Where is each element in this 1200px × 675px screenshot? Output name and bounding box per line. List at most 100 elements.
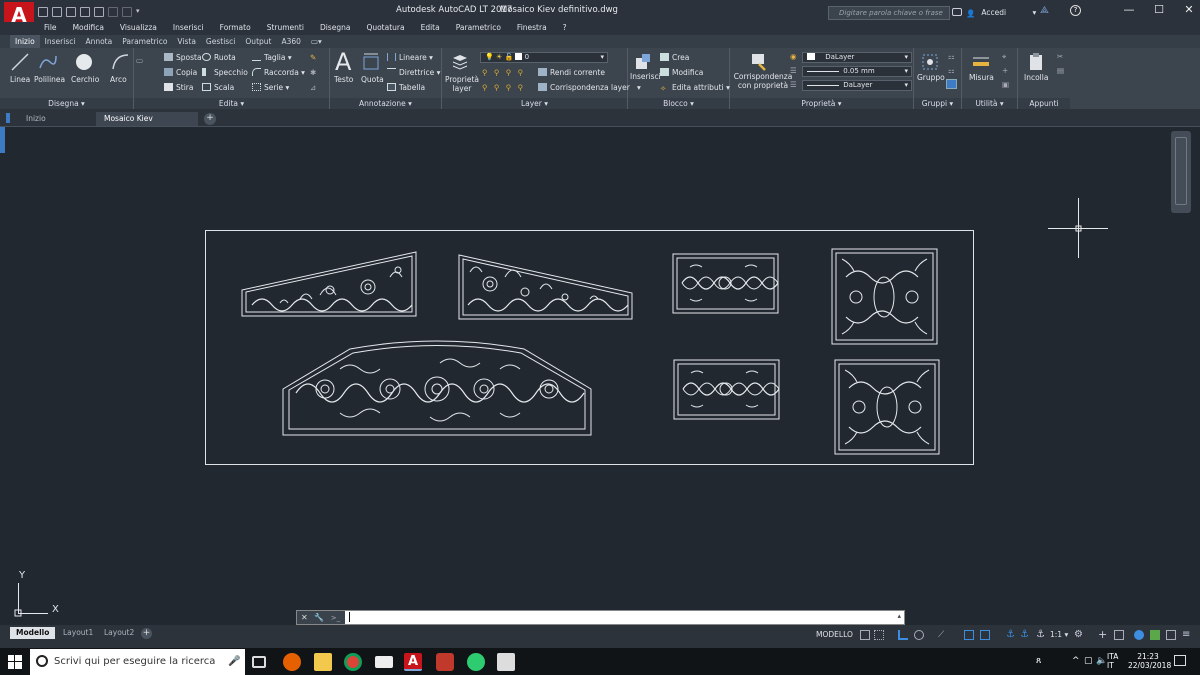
undo-icon[interactable]	[108, 6, 118, 17]
layout-tab-model[interactable]: Modello	[10, 627, 56, 639]
ortho-icon[interactable]	[898, 630, 908, 640]
auto-scale-icon[interactable]: ⚓	[1020, 630, 1030, 640]
panel-label-utilita[interactable]: Utilità ▾	[962, 98, 1017, 109]
command-line[interactable]: ✕ 🔧 >_ ▴	[296, 610, 905, 625]
autocad-taskbar-icon[interactable]: A	[404, 653, 422, 671]
tool-layer-properties[interactable]: Proprietà layer	[445, 75, 479, 93]
ribbon-tab-7[interactable]: A360	[276, 35, 305, 48]
units-icon[interactable]	[1114, 630, 1124, 640]
layer-tools-row2[interactable]: ⚲ ⚲ ⚲ ⚲	[482, 83, 525, 92]
offset-icon[interactable]: ⊿	[310, 83, 316, 92]
redo-icon[interactable]	[122, 6, 132, 17]
file-explorer-icon[interactable]	[314, 653, 332, 671]
tool-arc[interactable]: Arco	[110, 75, 127, 84]
isolate-objects-icon[interactable]	[1134, 630, 1144, 640]
menu-1[interactable]: Modifica	[65, 22, 112, 35]
people-icon[interactable]: ጸ	[1036, 656, 1041, 666]
panel-label-appunti[interactable]: Appunti	[1018, 98, 1070, 109]
tool-rotate[interactable]: Ruota	[202, 53, 236, 62]
tool-table[interactable]: Tabella	[387, 83, 425, 92]
tool-linear[interactable]: Lineare ▾	[387, 53, 433, 62]
chevron-up-icon[interactable]: ^	[1072, 656, 1080, 666]
utorrent-icon[interactable]	[467, 653, 485, 671]
isodraft-icon[interactable]: ⟋	[938, 630, 948, 640]
binoculars-icon[interactable]	[952, 8, 962, 16]
group-edit-icon[interactable]: ⚏	[948, 66, 955, 75]
doc-tab-start[interactable]: Inizio	[18, 112, 94, 126]
ribbon-tab-5[interactable]: Gestisci	[201, 35, 240, 48]
doc-tab-drawing[interactable]: Mosaico Kiev definitivo ×	[96, 112, 198, 137]
circle-icon[interactable]	[74, 52, 94, 72]
grid-icon[interactable]	[860, 630, 870, 640]
add-layout-icon[interactable]: +	[141, 628, 152, 639]
lineweight-dropdown[interactable]: 0.05 mm ▾	[802, 66, 912, 77]
tool-group[interactable]: Gruppo	[917, 73, 945, 82]
polyline-icon[interactable]	[38, 52, 58, 72]
qat-dropdown-icon[interactable]: ▾	[136, 7, 144, 17]
tool-edit-block[interactable]: Modifica	[660, 68, 703, 77]
layout-tab-1[interactable]: Layout1	[57, 627, 99, 639]
ribbon-toggle-icon[interactable]: ▭▾	[306, 35, 327, 48]
panel-label-disegna[interactable]: Disegna ▾	[0, 98, 133, 109]
panel-label-edita[interactable]: Edita ▾	[134, 98, 329, 109]
drawing-canvas[interactable]: Y X	[0, 126, 1200, 625]
snap-icon[interactable]	[874, 630, 884, 640]
match-properties-icon[interactable]	[749, 52, 769, 72]
clean-screen-icon[interactable]	[1166, 630, 1176, 640]
object-snap-icon[interactable]	[980, 630, 990, 640]
clock[interactable]: 21:23 22/03/2018	[1128, 652, 1171, 670]
tool-copy[interactable]: Copia	[164, 68, 197, 77]
ungroup-icon[interactable]: ⚏	[948, 52, 955, 61]
ribbon-tab-4[interactable]: Vista	[172, 35, 201, 48]
menu-0[interactable]: File	[36, 22, 65, 35]
print-icon[interactable]	[94, 6, 104, 17]
tool-match-properties[interactable]: Corrispondenza con proprietà	[733, 72, 793, 90]
layer-dropdown[interactable]: 💡 ☀ 🔓 0 ▾	[480, 52, 608, 63]
panel-label-layer[interactable]: Layer ▾	[442, 98, 627, 109]
menu-6[interactable]: Disegna	[312, 22, 359, 35]
tool-trim[interactable]: Taglia ▾	[252, 53, 292, 62]
ribbon-tab-0[interactable]: Inizio	[10, 35, 40, 48]
paste-icon[interactable]	[1026, 52, 1046, 72]
menu-2[interactable]: Visualizza	[112, 22, 165, 35]
edit-pencil-icon[interactable]: ✎	[310, 53, 316, 62]
firefox-icon[interactable]	[283, 653, 301, 671]
volume-icon[interactable]: 🔈	[1096, 656, 1107, 666]
help-icon[interactable]: ?	[1070, 5, 1081, 16]
layout-tab-2[interactable]: Layout2	[98, 627, 140, 639]
panel-label-gruppi[interactable]: Gruppi ▾	[914, 98, 961, 109]
menu-9[interactable]: Parametrico	[448, 22, 509, 35]
tool-paste[interactable]: Incolla	[1024, 73, 1048, 82]
menu-3[interactable]: Inserisci	[165, 22, 212, 35]
tool-move[interactable]: Sposta	[164, 53, 202, 62]
linetype-dropdown[interactable]: DaLayer ▾	[802, 80, 912, 91]
task-view-icon[interactable]	[252, 656, 266, 668]
menu-11[interactable]: ?	[555, 22, 575, 35]
line-icon[interactable]	[10, 52, 30, 72]
minimize-icon[interactable]: —	[1114, 3, 1144, 19]
layer-tools-row1[interactable]: ⚲ ⚲ ⚲ ⚲	[482, 68, 525, 77]
text-icon[interactable]: A	[335, 48, 351, 76]
select-all-icon[interactable]: ▣	[1002, 80, 1009, 89]
hardware-acceleration-icon[interactable]	[1150, 630, 1160, 640]
customize-icon[interactable]: ≡	[1182, 630, 1192, 640]
insert-block-icon[interactable]	[633, 52, 653, 72]
group-select-icon[interactable]	[946, 79, 957, 89]
copy-clip-icon[interactable]: ▤	[1057, 66, 1064, 75]
ribbon-tab-2[interactable]: Annota	[80, 35, 117, 48]
gear-icon[interactable]: ⚙	[1074, 630, 1084, 640]
tool-line[interactable]: Linea	[10, 75, 30, 84]
osnap-tracking-icon[interactable]	[964, 630, 974, 640]
tool-insert[interactable]: Inserisci	[630, 72, 661, 81]
network-icon[interactable]: ▢	[1084, 656, 1093, 666]
model-space-button[interactable]: MODELLO	[816, 630, 853, 639]
tool-edit-attributes[interactable]: ✧ Edita attributi ▾	[660, 83, 730, 93]
tool-array[interactable]: Serie ▾	[252, 83, 289, 92]
measure-icon[interactable]	[971, 52, 991, 72]
tool-stretch[interactable]: Stira	[164, 83, 193, 92]
annotation-scale-icon[interactable]: ⚓	[1036, 630, 1046, 640]
color-dropdown[interactable]: DaLayer ▾	[802, 52, 912, 63]
menu-4[interactable]: Formato	[212, 22, 259, 35]
polar-icon[interactable]	[914, 630, 924, 640]
save-icon[interactable]	[66, 6, 76, 17]
